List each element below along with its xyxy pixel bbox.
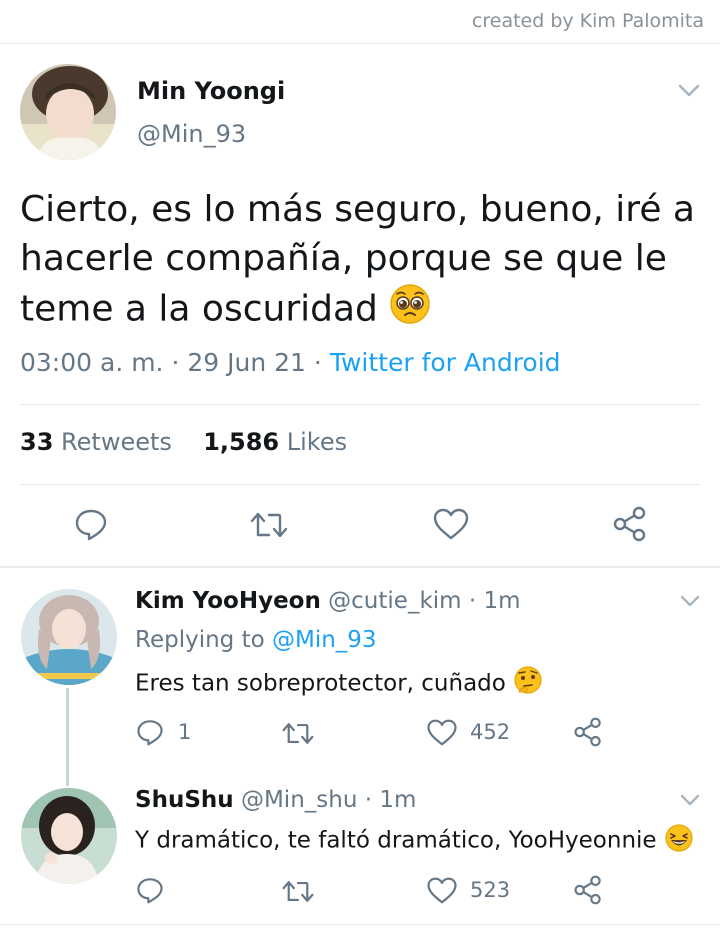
share-button[interactable]	[573, 716, 603, 752]
reply-button[interactable]	[136, 876, 164, 908]
tweet-time: 03:00 a. m.	[20, 348, 164, 377]
chevron-down-icon[interactable]	[676, 80, 702, 104]
like-button[interactable]	[426, 718, 458, 751]
reply-author-avatar[interactable]	[21, 788, 117, 884]
like-button[interactable]	[426, 876, 458, 909]
share-button[interactable]	[573, 874, 603, 910]
reply-header: Kim YooHyeon @cutie_kim · 1m	[135, 588, 521, 614]
reply-body: Y dramático, te faltó dramático, YooHyeo…	[135, 827, 657, 854]
main-author-handle[interactable]: @Min_93	[137, 120, 246, 148]
replying-prefix: Replying to	[135, 627, 265, 653]
main-author-avatar[interactable]	[20, 64, 116, 160]
reply-author-name[interactable]: ShuShu	[135, 787, 234, 813]
main-tweet-meta: 03:00 a. m. · 29 Jun 21 · Twitter for An…	[20, 348, 561, 377]
meta-separator: ·	[171, 348, 180, 377]
thinking-face-emoji	[513, 666, 543, 702]
thread-connector	[66, 688, 69, 786]
creator-credit: created by Kim Palomita	[471, 10, 704, 32]
share-icon	[574, 717, 601, 747]
retweet-button[interactable]	[281, 720, 315, 751]
retweets-label: Retweets	[61, 428, 172, 456]
heart-icon	[427, 877, 457, 904]
replying-to-line: Replying to @Min_93	[135, 627, 377, 653]
reply-author-avatar[interactable]	[21, 589, 117, 685]
meta-separator: ·	[313, 348, 322, 377]
reply-text: Y dramático, te faltó dramático, YooHyeo…	[135, 823, 694, 859]
main-tweet-text: Cierto, es lo más seguro, bueno, iré a h…	[20, 185, 700, 338]
heart-icon	[433, 508, 469, 540]
reply-button[interactable]	[74, 507, 108, 545]
section-divider	[0, 566, 720, 568]
reply-header: ShuShu @Min_shu · 1m	[135, 787, 416, 813]
reply-count: 1	[178, 720, 192, 744]
meta-divider	[20, 404, 700, 405]
chevron-down-icon[interactable]	[679, 592, 701, 614]
main-tweet-body: Cierto, es lo más seguro, bueno, iré a h…	[20, 189, 695, 330]
reply-body: Eres tan sobreprotector, cuñado	[135, 670, 506, 697]
pleading-face-emoji	[389, 283, 431, 338]
reply-author-name[interactable]: Kim YooHyeon	[135, 588, 321, 614]
reply-author-handle[interactable]: @Min_shu	[241, 787, 357, 813]
like-button[interactable]	[432, 507, 470, 545]
like-count: 523	[470, 878, 511, 902]
main-author-name[interactable]: Min Yoongi	[137, 77, 285, 105]
likes-count: 1,586	[203, 428, 280, 456]
tweet-date: 29 Jun 21	[187, 348, 306, 377]
chevron-down-icon[interactable]	[679, 791, 701, 813]
share-icon	[613, 506, 646, 542]
reply-author-handle[interactable]: @cutie_kim	[328, 588, 461, 614]
bottom-divider	[0, 924, 720, 925]
laughing-face-emoji	[664, 823, 694, 859]
reply-icon	[137, 878, 163, 904]
retweet-icon	[282, 881, 314, 902]
retweets-count: 33	[20, 428, 54, 456]
likes-stat[interactable]: 1,586 Likes	[203, 428, 347, 456]
header-divider	[0, 43, 720, 44]
heart-icon	[427, 719, 457, 746]
reply-icon	[137, 720, 163, 746]
like-count: 452	[470, 720, 511, 744]
stats-divider	[20, 484, 700, 485]
reply-icon	[75, 509, 107, 541]
reply-button[interactable]	[136, 718, 164, 750]
retweets-stat[interactable]: 33 Retweets	[20, 428, 172, 456]
share-icon	[574, 875, 601, 905]
retweet-icon	[250, 512, 288, 538]
tweet-source-link[interactable]: Twitter for Android	[330, 348, 561, 377]
share-button[interactable]	[612, 505, 648, 547]
reply-time: 1m	[379, 787, 417, 813]
replying-to-link[interactable]: @Min_93	[272, 627, 377, 653]
retweet-icon	[282, 723, 314, 744]
reply-text: Eres tan sobreprotector, cuñado	[135, 666, 543, 702]
meta-separator: ·	[364, 787, 373, 813]
meta-separator: ·	[468, 588, 477, 614]
reply-time: 1m	[483, 588, 521, 614]
tweet-stats: 33 Retweets 1,586 Likes	[20, 428, 347, 456]
retweet-button[interactable]	[249, 509, 289, 545]
likes-label: Likes	[286, 428, 348, 456]
retweet-button[interactable]	[281, 878, 315, 909]
